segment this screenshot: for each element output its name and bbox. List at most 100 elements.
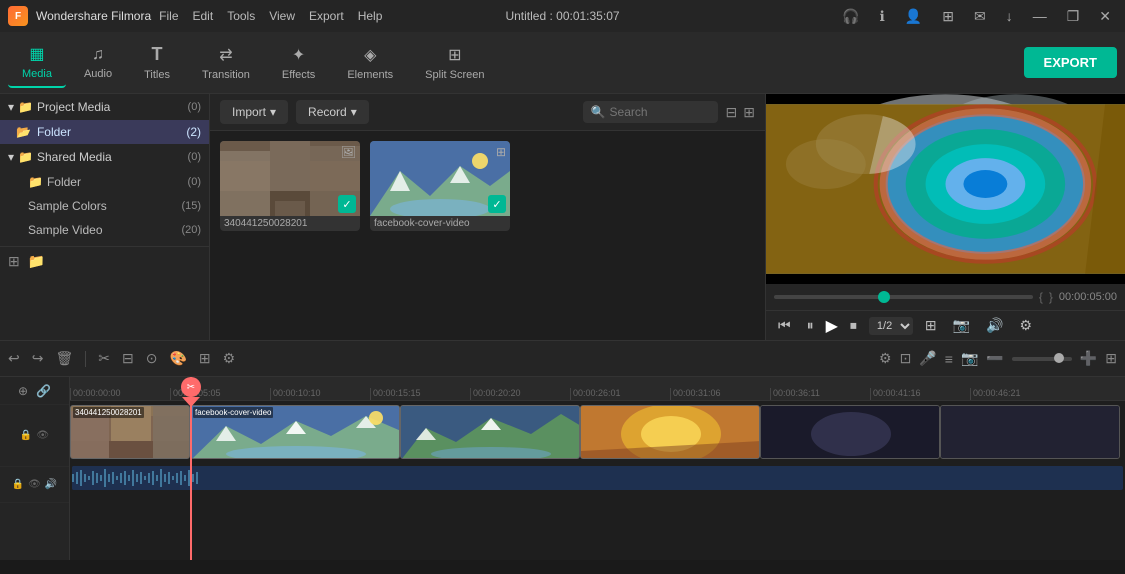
audio-hide-icon[interactable]: 👁 xyxy=(28,479,41,490)
record-label: Record xyxy=(308,105,347,119)
speed-icon[interactable]: ⊞ xyxy=(199,350,211,367)
grid-view-icon[interactable]: ⊞ xyxy=(743,104,755,121)
timeline-settings-icon[interactable]: ⚙ xyxy=(879,350,892,367)
media-item-1-label: facebook-cover-video xyxy=(370,216,510,231)
playback-rate-select[interactable]: 1/2 1/4 1 2 xyxy=(869,317,913,335)
add-folder-icon[interactable]: ⊞ xyxy=(8,253,20,270)
download-icon[interactable]: ↓ xyxy=(1000,6,1019,26)
media-type-icon-0: 🖼 xyxy=(341,145,356,159)
menu-view[interactable]: View xyxy=(269,9,295,23)
maximize-btn[interactable]: ❐ xyxy=(1061,6,1086,27)
split-icon[interactable]: ⊞ xyxy=(1105,350,1117,367)
project-title: Untitled : 00:01:35:07 xyxy=(505,9,619,23)
menu-help[interactable]: Help xyxy=(358,9,383,23)
close-btn[interactable]: ✕ xyxy=(1093,6,1117,27)
preview-timeline-slider[interactable] xyxy=(774,295,1033,299)
menu-tools[interactable]: Tools xyxy=(227,9,255,23)
volume-icon[interactable]: 🔊 xyxy=(982,315,1007,336)
filter-icon[interactable]: ⊟ xyxy=(726,104,738,121)
preview-slider-handle[interactable] xyxy=(878,291,890,303)
screen-icon[interactable]: ⊞ xyxy=(936,6,960,27)
sample-video-item[interactable]: Sample Video (20) xyxy=(0,218,209,242)
mail-icon[interactable]: ✉ xyxy=(968,6,992,27)
menu-export[interactable]: Export xyxy=(309,9,344,23)
zoom-in-icon[interactable]: ➕ xyxy=(1080,350,1097,367)
menu-file[interactable]: File xyxy=(159,9,178,23)
new-folder-icon[interactable]: 📁 xyxy=(28,253,45,270)
info-icon[interactable]: ℹ xyxy=(873,6,890,27)
video-clip-5[interactable] xyxy=(940,405,1120,459)
import-button[interactable]: Import ▾ xyxy=(220,100,288,124)
subfolder-icon: 📁 xyxy=(28,175,43,189)
stop-btn[interactable]: ⏹ xyxy=(846,315,861,336)
app-name: Wondershare Filmora xyxy=(36,9,151,23)
sample-colors-label: Sample Colors xyxy=(28,199,107,213)
mic-icon[interactable]: 🎤 xyxy=(919,350,936,367)
menu-edit[interactable]: Edit xyxy=(193,9,214,23)
zoom-slider[interactable] xyxy=(1012,357,1072,361)
shared-chevron-icon: ▾ xyxy=(8,150,14,164)
crop-icon[interactable]: ⊟ xyxy=(122,350,134,367)
undo-icon[interactable]: ↩ xyxy=(8,350,20,367)
shared-folder-count: (0) xyxy=(188,176,201,188)
toolbar-transition[interactable]: ⇄ Transition xyxy=(188,39,264,87)
media-item-1[interactable]: facebook-cover-video ⊞ ✓ xyxy=(370,141,510,231)
account-icon[interactable]: 👤 xyxy=(899,6,928,27)
lock-icon[interactable]: 🔒 xyxy=(20,430,32,441)
rotate-icon[interactable]: ⊙ xyxy=(146,350,158,367)
toolbar-effects[interactable]: ✦ Effects xyxy=(268,39,329,87)
video-clip-0[interactable]: 340441250028201 xyxy=(70,405,190,459)
project-media-header[interactable]: ▾ 📁 Project Media (0) xyxy=(0,94,209,120)
voice-icon[interactable]: ⚙ xyxy=(223,350,236,367)
headphone-icon[interactable]: 🎧 xyxy=(836,6,865,27)
camera-icon[interactable]: 📷 xyxy=(949,315,974,336)
folder-item-icon: 📂 xyxy=(16,125,31,139)
add-track-icon[interactable]: ⊕ xyxy=(18,384,28,398)
media-item-0[interactable]: 340441250028201 🖼 ✓ xyxy=(220,141,360,231)
audio-mute-icon[interactable]: 🔊 xyxy=(45,479,57,490)
shared-media-header[interactable]: ▾ 📁 Shared Media (0) xyxy=(0,144,209,170)
folder-item[interactable]: 📂 Folder (2) xyxy=(0,120,209,144)
toolbar-elements-label: Elements xyxy=(347,69,393,81)
hide-icon[interactable]: 👁 xyxy=(36,430,49,441)
search-input[interactable] xyxy=(610,105,710,119)
video-track-label: 🔒 👁 xyxy=(0,405,69,467)
zoom-out-icon[interactable]: ➖ xyxy=(986,350,1003,367)
clip-menu-icon[interactable]: ≡ xyxy=(945,351,953,367)
link-icon[interactable]: 🔗 xyxy=(36,384,51,398)
toolbar-titles[interactable]: T Titles xyxy=(130,38,184,87)
skip-back-btn[interactable]: ⏮ xyxy=(774,315,795,336)
color-icon[interactable]: 🎨 xyxy=(169,350,186,367)
shared-folder-label: Folder xyxy=(47,175,81,189)
media-check-0: ✓ xyxy=(338,195,356,213)
play-btn[interactable]: ▶ xyxy=(826,316,838,336)
delete-icon[interactable]: 🗑 xyxy=(55,350,73,367)
app-logo: F xyxy=(8,6,28,26)
search-box[interactable]: 🔍 xyxy=(583,101,718,123)
toolbar-splitscreen[interactable]: ⊞ Split Screen xyxy=(411,39,498,87)
pause-btn[interactable]: ⏸ xyxy=(803,315,818,336)
cut-icon[interactable]: ✂ xyxy=(98,350,110,367)
audio-lock-icon[interactable]: 🔒 xyxy=(12,479,24,490)
record-button[interactable]: Record ▾ xyxy=(296,100,369,124)
track-icon[interactable]: ⊡ xyxy=(900,350,912,367)
fullscreen-icon[interactable]: ⊞ xyxy=(921,315,941,336)
video-clip-1[interactable]: facebook-cover-video xyxy=(190,405,400,459)
record-chevron: ▾ xyxy=(351,105,357,119)
toolbar-media[interactable]: ▦ Media xyxy=(8,38,66,88)
preview-area xyxy=(766,94,1125,284)
toolbar-elements[interactable]: ◈ Elements xyxy=(333,39,407,87)
video-clip-2[interactable] xyxy=(400,405,580,459)
settings-icon[interactable]: ⚙ xyxy=(1016,315,1037,336)
timeline-right-icons: ⚙ ⊡ 🎤 ≡ 📷 ➖ ➕ ⊞ xyxy=(879,350,1117,367)
video-clip-3[interactable] xyxy=(580,405,760,459)
toolbar-audio[interactable]: ♫ Audio xyxy=(70,40,126,86)
shared-folder-item[interactable]: 📁 Folder (0) xyxy=(0,170,209,194)
snapshot-icon[interactable]: 📷 xyxy=(961,350,978,367)
video-clip-4[interactable] xyxy=(760,405,940,459)
playhead-marker[interactable]: ✂ xyxy=(181,377,201,407)
sample-colors-item[interactable]: Sample Colors (15) xyxy=(0,194,209,218)
redo-icon[interactable]: ↪ xyxy=(32,350,44,367)
export-button[interactable]: EXPORT xyxy=(1024,47,1117,78)
minimize-btn[interactable]: — xyxy=(1027,6,1053,26)
